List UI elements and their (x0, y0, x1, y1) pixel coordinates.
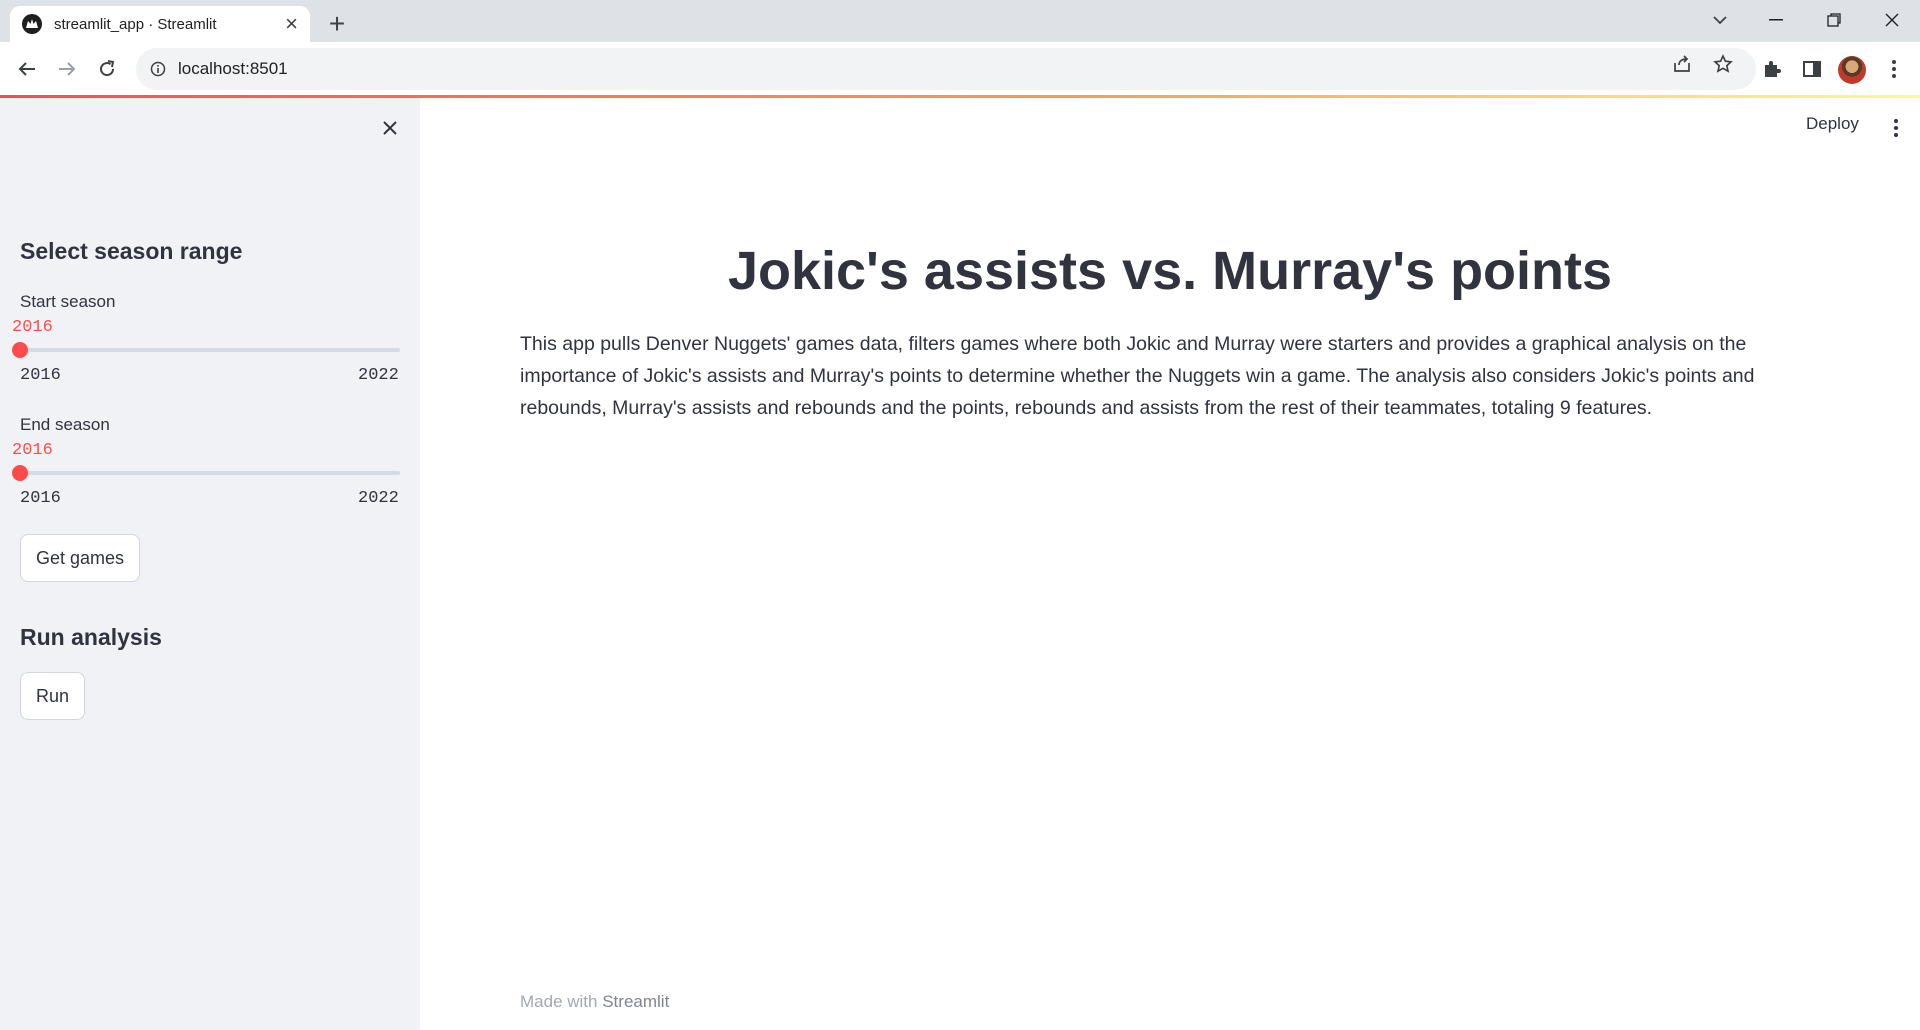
run-analysis-heading: Run analysis (20, 624, 162, 650)
extensions-icon[interactable] (1758, 55, 1786, 83)
start-season-label: Start season (20, 292, 116, 311)
tab-title: streamlit_app · Streamlit (54, 15, 217, 33)
main-menu-icon[interactable] (1884, 116, 1908, 140)
end-season-max: 2022 (358, 489, 399, 508)
side-panel-icon[interactable] (1798, 55, 1826, 83)
restore-icon[interactable] (1806, 0, 1862, 40)
new-tab-icon[interactable]: + (322, 9, 352, 39)
bookmark-star-icon[interactable] (1712, 53, 1734, 75)
window-close-icon[interactable] (1864, 0, 1920, 40)
start-season-min: 2016 (20, 366, 61, 385)
profile-avatar[interactable] (1838, 56, 1866, 84)
tab-search-icon[interactable] (1692, 0, 1748, 40)
end-season-value: 2016 (12, 441, 53, 460)
address-bar[interactable]: localhost:8501 (136, 48, 1756, 90)
start-season-slider-thumb[interactable] (12, 342, 28, 358)
start-season-value: 2016 (12, 318, 53, 337)
end-season-slider[interactable] (12, 465, 400, 481)
forward-icon[interactable] (51, 53, 83, 85)
kebab-menu-icon[interactable] (1880, 55, 1908, 83)
run-button[interactable]: Run (20, 672, 86, 720)
browser-tab[interactable]: streamlit_app · Streamlit × (10, 6, 310, 42)
footer-streamlit-link[interactable]: Streamlit (602, 992, 669, 1011)
deploy-button[interactable]: Deploy (1806, 114, 1859, 134)
tab-close-icon[interactable]: × (285, 13, 298, 35)
get-games-button[interactable]: Get games (20, 534, 141, 582)
footer: Made with Streamlit (520, 992, 669, 1012)
app-description: This app pulls Denver Nuggets' games dat… (520, 333, 1755, 419)
sidebar-close-icon[interactable] (378, 116, 402, 140)
end-season-label: End season (20, 415, 110, 434)
minimize-icon[interactable] (1748, 0, 1804, 40)
main-content: Deploy Jokic's assists vs. Murray's poin… (420, 98, 1920, 1030)
season-range-heading: Select season range (20, 238, 243, 264)
end-season-slider-thumb[interactable] (12, 465, 28, 481)
share-icon[interactable] (1671, 53, 1693, 75)
back-icon[interactable] (11, 53, 43, 85)
url-text: localhost:8501 (178, 59, 288, 78)
streamlit-favicon-icon (22, 14, 42, 34)
browser-toolbar: localhost:8501 (0, 42, 1920, 96)
browser-tabstrip: streamlit_app · Streamlit × + (0, 0, 1920, 42)
footer-prefix: Made with (520, 992, 598, 1011)
end-season-min: 2016 (20, 489, 61, 508)
start-season-max: 2022 (358, 366, 399, 385)
site-info-icon[interactable] (150, 61, 166, 77)
sidebar: Select season range Start season 2016 20… (0, 98, 420, 1030)
page-title: Jokic's assists vs. Murray's points (727, 241, 1613, 301)
reload-icon[interactable] (91, 53, 123, 85)
start-season-slider[interactable] (12, 342, 400, 358)
